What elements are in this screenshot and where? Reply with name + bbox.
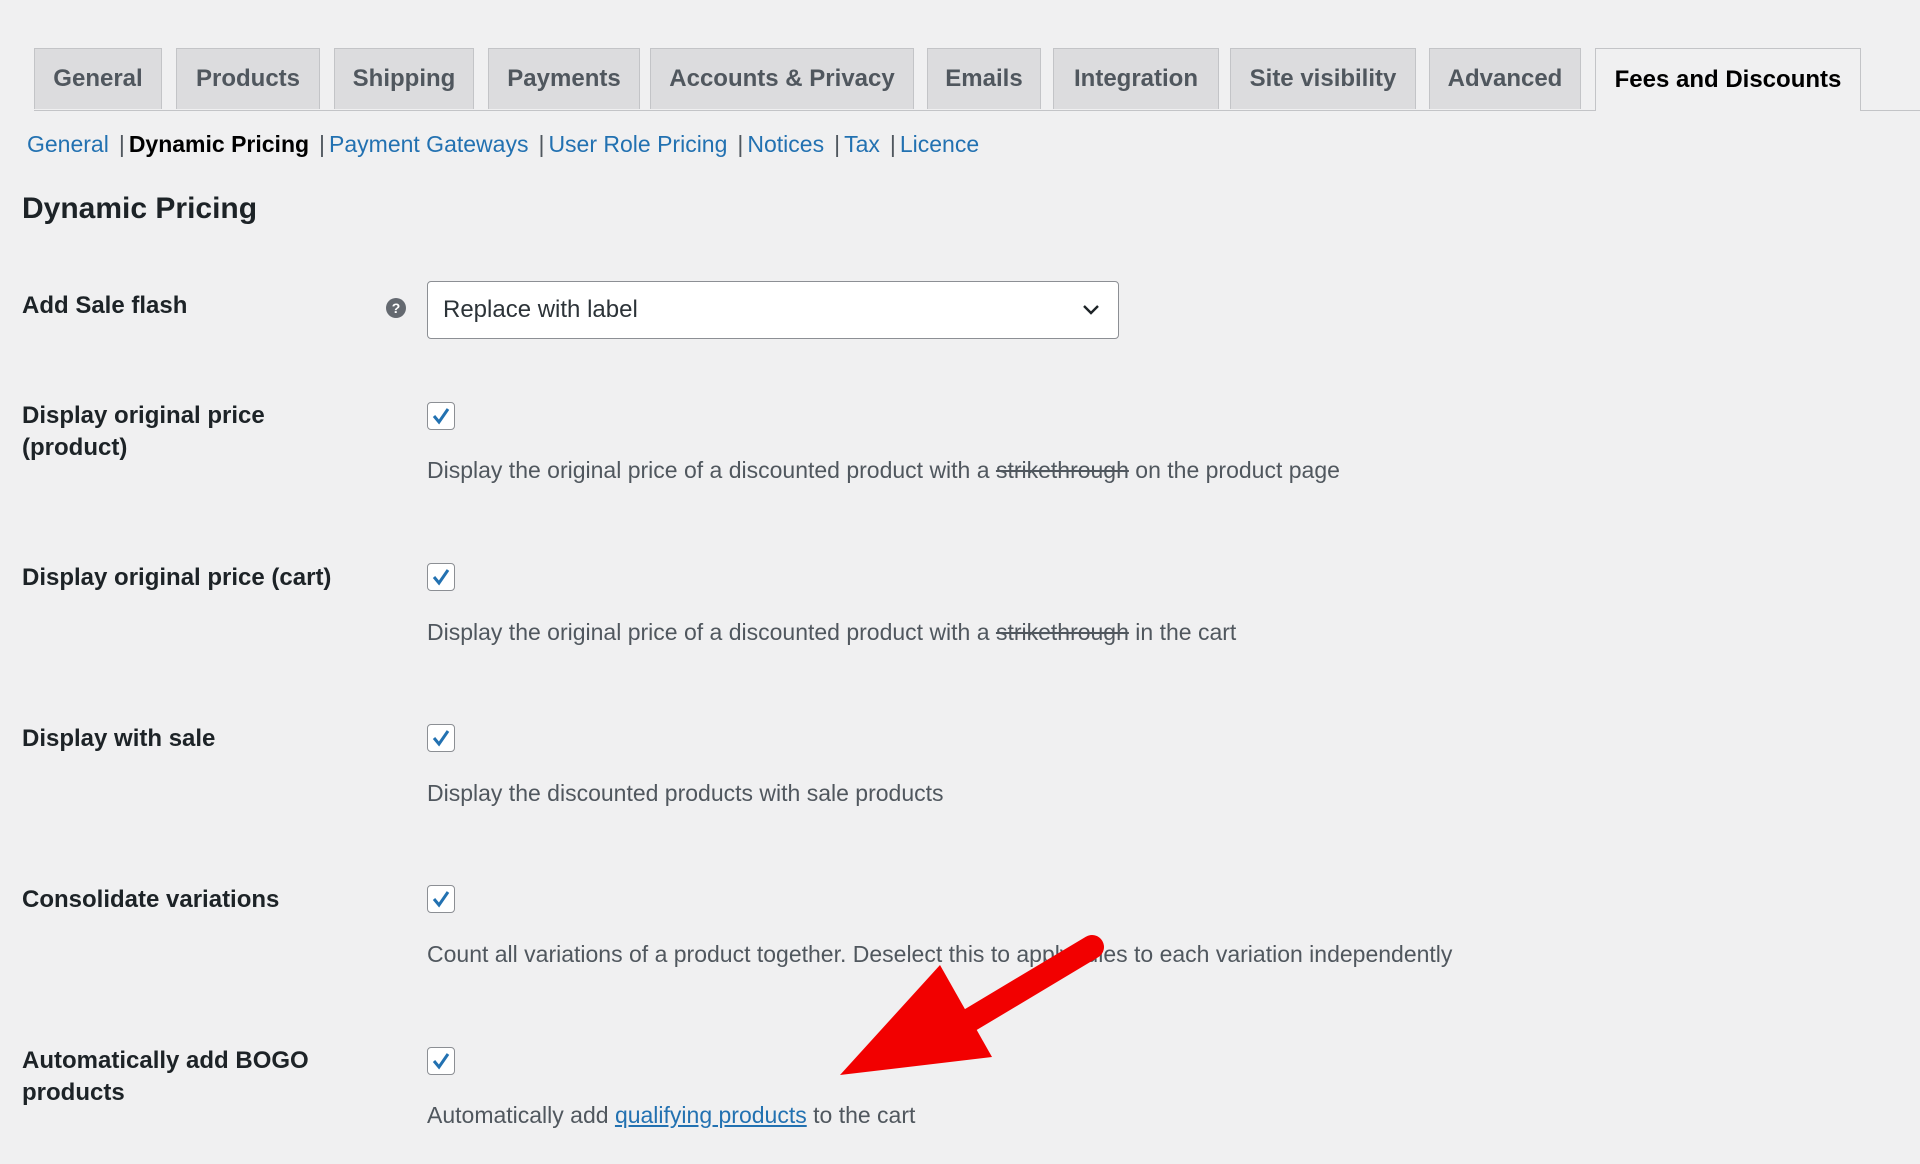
subsection-nav: General | Dynamic Pricing | Payment Gate… bbox=[27, 128, 979, 160]
desc-text: in the cart bbox=[1135, 619, 1237, 645]
subnav-separator: | bbox=[118, 130, 125, 157]
auto-bogo-label-line2: products bbox=[22, 1079, 125, 1106]
subnav-dynamic-pricing[interactable]: Dynamic Pricing bbox=[129, 131, 309, 158]
sale-flash-select[interactable]: Replace with label bbox=[427, 281, 1119, 339]
original-price-cart-checkbox[interactable] bbox=[427, 563, 455, 591]
subnav-tax[interactable]: Tax bbox=[844, 131, 880, 158]
tab-payments[interactable]: Payments bbox=[488, 48, 640, 109]
subnav-licence[interactable]: Licence bbox=[900, 131, 979, 158]
subnav-general[interactable]: General bbox=[27, 131, 109, 158]
subnav-separator: | bbox=[538, 130, 545, 157]
auto-bogo-label: Automatically add BOGO products bbox=[22, 1045, 352, 1109]
red-arrow-annotation-icon bbox=[840, 935, 1104, 1075]
original-price-product-description: Display the original price of a discount… bbox=[427, 454, 1340, 486]
desc-text: Display the original price of a discount… bbox=[427, 457, 990, 483]
help-icon[interactable]: ? bbox=[386, 298, 406, 318]
subnav-separator: | bbox=[737, 130, 744, 157]
settings-tabs: General Products Shipping Payments Accou… bbox=[34, 48, 1920, 111]
subnav-separator: | bbox=[319, 130, 326, 157]
desc-text: to the cart bbox=[813, 1102, 916, 1128]
sale-flash-selected-value: Replace with label bbox=[443, 296, 638, 323]
tab-advanced[interactable]: Advanced bbox=[1429, 48, 1581, 109]
tab-shipping[interactable]: Shipping bbox=[334, 48, 474, 109]
checkmark-icon bbox=[432, 569, 450, 586]
checkmark-icon bbox=[432, 891, 450, 908]
subnav-separator: | bbox=[834, 130, 841, 157]
auto-bogo-label-line1: Automatically add BOGO bbox=[22, 1047, 309, 1074]
tab-emails[interactable]: Emails bbox=[927, 48, 1041, 109]
strikethrough-example: strikethrough bbox=[995, 457, 1129, 483]
display-with-sale-checkbox[interactable] bbox=[427, 724, 455, 752]
tab-integration[interactable]: Integration bbox=[1053, 48, 1219, 109]
tab-fees-and-discounts[interactable]: Fees and Discounts bbox=[1595, 48, 1861, 111]
checkmark-icon bbox=[432, 1053, 450, 1070]
auto-bogo-checkbox[interactable] bbox=[427, 1047, 455, 1075]
consolidate-variations-label: Consolidate variations bbox=[22, 886, 280, 913]
tab-general[interactable]: General bbox=[34, 48, 162, 109]
checkmark-icon bbox=[432, 408, 450, 425]
sale-flash-label: Add Sale flash bbox=[22, 292, 188, 319]
checkmark-icon bbox=[432, 730, 450, 747]
original-price-cart-description: Display the original price of a discount… bbox=[427, 616, 1236, 648]
original-price-product-label-line1: Display original price bbox=[22, 402, 265, 429]
subnav-separator: | bbox=[889, 130, 896, 157]
auto-bogo-description: Automatically add qualifying products to… bbox=[427, 1099, 915, 1131]
original-price-product-checkbox[interactable] bbox=[427, 402, 455, 430]
display-with-sale-label: Display with sale bbox=[22, 725, 216, 752]
strikethrough-example: strikethrough bbox=[995, 619, 1129, 645]
original-price-product-label-line2: (product) bbox=[22, 434, 128, 461]
desc-text: Display the original price of a discount… bbox=[427, 619, 990, 645]
consolidate-variations-checkbox[interactable] bbox=[427, 885, 455, 913]
subnav-user-role-pricing[interactable]: User Role Pricing bbox=[548, 131, 727, 158]
subnav-notices[interactable]: Notices bbox=[747, 131, 824, 158]
desc-text: Automatically add bbox=[427, 1102, 609, 1128]
original-price-cart-label: Display original price (cart) bbox=[22, 564, 332, 591]
page-title: Dynamic Pricing bbox=[22, 192, 258, 225]
subnav-payment-gateways[interactable]: Payment Gateways bbox=[329, 131, 528, 158]
tab-products[interactable]: Products bbox=[176, 48, 320, 109]
display-with-sale-description: Display the discounted products with sal… bbox=[427, 780, 944, 806]
desc-text: on the product page bbox=[1135, 457, 1340, 483]
tab-site-visibility[interactable]: Site visibility bbox=[1230, 48, 1416, 109]
tab-accounts-privacy[interactable]: Accounts & Privacy bbox=[650, 48, 914, 109]
chevron-down-icon bbox=[1083, 305, 1099, 315]
original-price-product-label: Display original price (product) bbox=[22, 400, 352, 464]
qualifying-products-link[interactable]: qualifying products bbox=[615, 1102, 807, 1128]
